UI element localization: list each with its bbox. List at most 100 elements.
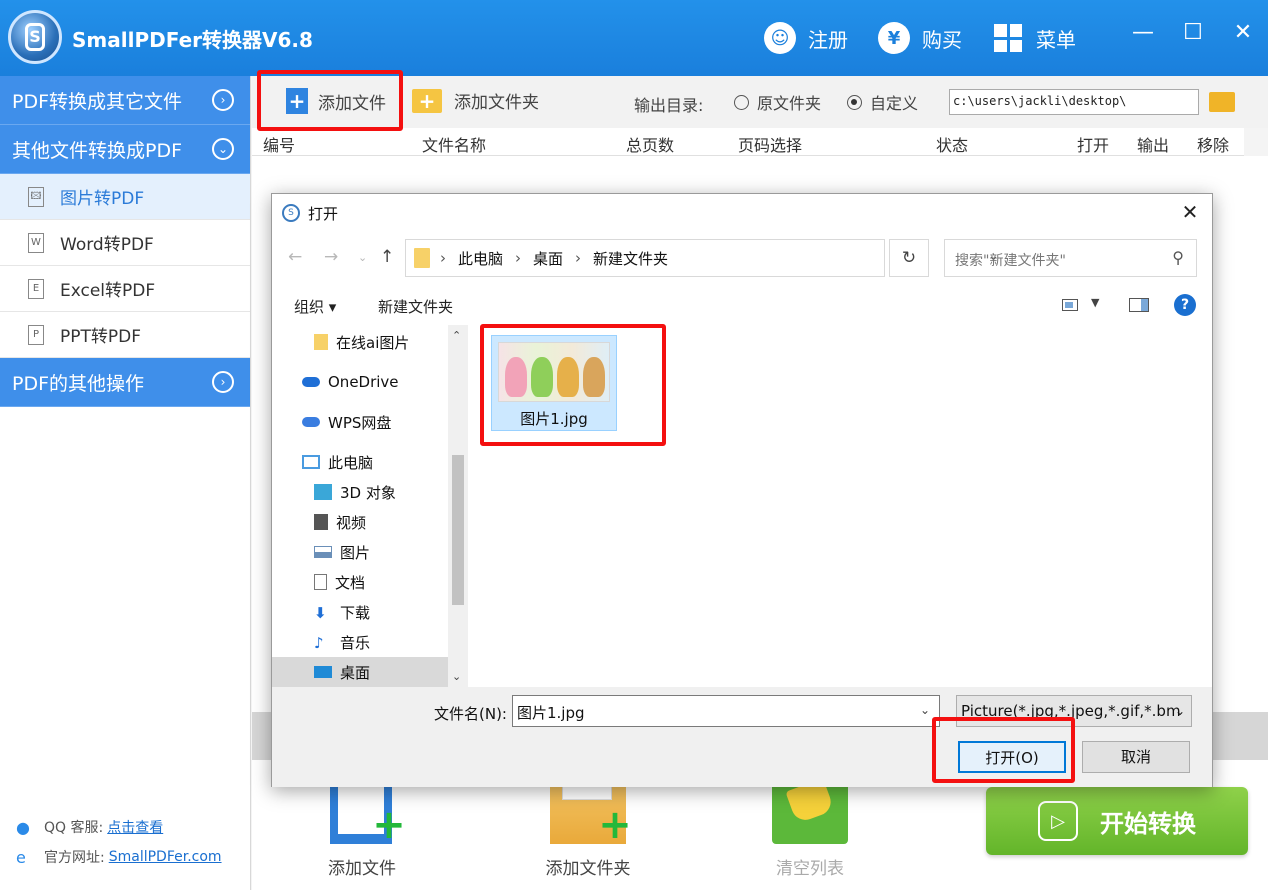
ppt-file-icon: P bbox=[28, 324, 44, 345]
download-icon: ⬇ bbox=[314, 604, 327, 622]
breadcrumb-desktop[interactable]: 桌面 bbox=[533, 248, 563, 269]
refresh-button[interactable]: ↻ bbox=[889, 239, 929, 277]
qq-icon: ● bbox=[16, 818, 30, 837]
cloud-icon bbox=[302, 417, 320, 427]
buy-button[interactable]: ¥ 购买 bbox=[878, 20, 962, 56]
maximize-button[interactable]: ☐ bbox=[1178, 18, 1208, 48]
sidebar-section-pdf-other-ops[interactable]: PDF的其他操作 › bbox=[0, 358, 250, 407]
col-output: 输出 bbox=[1137, 136, 1170, 155]
preview-pane-icon[interactable] bbox=[1129, 298, 1149, 312]
filename-input[interactable]: 图片1.jpg bbox=[512, 695, 940, 727]
cloud-icon bbox=[302, 377, 320, 387]
document-icon bbox=[314, 574, 327, 590]
view-dropdown-icon[interactable]: ▼ bbox=[1091, 296, 1099, 309]
scroll-down-icon[interactable]: ⌄ bbox=[452, 670, 461, 683]
file-item-image1[interactable]: 图片1.jpg bbox=[491, 335, 617, 431]
sidebar-section-pdf-to-other[interactable]: PDF转换成其它文件 › bbox=[0, 76, 250, 125]
col-status: 状态 bbox=[936, 136, 969, 155]
folder-icon bbox=[414, 248, 430, 268]
sidebar-item-excel-to-pdf[interactable]: E Excel转PDF bbox=[0, 266, 250, 312]
folder-icon bbox=[314, 334, 328, 350]
sidebar-footer: ● QQ 客服: 点击查看 e 官方网址: SmallPDFer.com bbox=[16, 817, 222, 867]
tree-item-pictures[interactable]: 图片 bbox=[272, 537, 448, 567]
help-icon[interactable]: ? bbox=[1174, 294, 1196, 316]
dialog-nav-row: ← → ⌄ ↑ › 此电脑 › 桌面 › 新建文件夹 ⌄ ↻ 搜索"新建文件夹"… bbox=[272, 234, 1212, 280]
grid-icon bbox=[994, 24, 1022, 52]
search-input[interactable]: 搜索"新建文件夹" ⚲ bbox=[944, 239, 1197, 277]
col-open: 打开 bbox=[1077, 136, 1110, 155]
menu-button[interactable]: 菜单 bbox=[994, 20, 1076, 56]
website-link[interactable]: SmallPDFer.com bbox=[109, 849, 222, 865]
tree-item-documents[interactable]: 文档 bbox=[272, 567, 448, 597]
tree-scrollbar[interactable]: ⌃ ⌄ bbox=[448, 325, 468, 687]
radio-original-folder[interactable]: 原文件夹 bbox=[734, 90, 821, 114]
picture-icon bbox=[314, 546, 332, 558]
register-button[interactable]: ☺ 注册 bbox=[764, 20, 848, 56]
add-file-button[interactable]: + 添加文件 bbox=[286, 88, 386, 114]
tree-item-wps-drive[interactable]: WPS网盘 bbox=[272, 407, 448, 437]
radio-icon bbox=[734, 94, 749, 110]
radio-custom[interactable]: 自定义 bbox=[847, 90, 918, 114]
scroll-thumb[interactable] bbox=[452, 455, 464, 605]
file-type-select[interactable]: Picture(*.jpg,*.jpeg,*.gif,*.bm ⌄ bbox=[956, 695, 1192, 727]
breadcrumb-this-pc[interactable]: 此电脑 bbox=[458, 248, 503, 269]
computer-icon bbox=[302, 455, 320, 469]
sidebar: PDF转换成其它文件 › 其他文件转换成PDF ⌄ 🖾 图片转PDF W Word转PD… bbox=[0, 76, 251, 890]
chevron-down-icon[interactable]: ⌄ bbox=[920, 703, 930, 717]
music-icon: ♪ bbox=[314, 634, 324, 652]
col-remove: 移除 bbox=[1197, 136, 1230, 155]
qq-support-link[interactable]: 点击查看 bbox=[107, 817, 163, 837]
word-file-icon: W bbox=[28, 232, 44, 253]
tree-item-online-ai-images[interactable]: 在线ai图片 bbox=[272, 327, 448, 357]
image-file-icon: 🖾 bbox=[28, 186, 44, 207]
radio-selected-icon bbox=[847, 94, 862, 110]
new-folder-button[interactable]: 新建文件夹 bbox=[378, 296, 453, 317]
filename-label: 文件名(N): bbox=[434, 705, 507, 723]
col-page-select: 页码选择 bbox=[738, 136, 803, 155]
desktop-icon bbox=[314, 666, 332, 678]
open-button[interactable]: 打开(O) bbox=[958, 741, 1066, 773]
scroll-up-icon[interactable]: ⌃ bbox=[452, 329, 461, 342]
close-button[interactable]: ✕ bbox=[1228, 18, 1258, 48]
view-mode-icon[interactable] bbox=[1062, 299, 1078, 311]
col-filename: 文件名称 bbox=[422, 136, 487, 155]
tree-item-videos[interactable]: 视频 bbox=[272, 507, 448, 537]
tree-item-music[interactable]: ♪ 音乐 bbox=[272, 627, 448, 657]
address-bar[interactable]: › 此电脑 › 桌面 › 新建文件夹 ⌄ bbox=[405, 239, 999, 277]
chevron-right-icon: › bbox=[212, 89, 234, 111]
tree-item-this-pc[interactable]: 此电脑 bbox=[272, 447, 448, 477]
tree-item-downloads[interactable]: ⬇ 下载 bbox=[272, 597, 448, 627]
output-path-field[interactable]: c:\users\jackli\desktop\ bbox=[949, 89, 1199, 115]
app-window: S SmallPDFer转换器V6.8 ☺ 注册 ¥ 购买 菜单 — ☐ ✕ PDF… bbox=[0, 0, 1268, 890]
sidebar-item-ppt-to-pdf[interactable]: P PPT转PDF bbox=[0, 312, 250, 358]
file-view-pane: 图片1.jpg bbox=[468, 325, 1212, 687]
start-convert-button[interactable]: ▷ 开始转换 bbox=[986, 787, 1248, 855]
col-index: 编号 bbox=[263, 136, 296, 155]
minimize-button[interactable]: — bbox=[1128, 18, 1158, 48]
navigation-tree: 在线ai图片 OneDrive WPS网盘 此电脑 3D 对象 视频 图片 文档… bbox=[272, 325, 468, 687]
app-small-icon: S bbox=[282, 204, 300, 222]
user-add-icon: ☺ bbox=[764, 22, 796, 54]
browser-icon: e bbox=[16, 848, 26, 867]
organize-menu[interactable]: 组织 ▾ bbox=[294, 296, 336, 317]
sidebar-item-image-to-pdf[interactable]: 🖾 图片转PDF bbox=[0, 174, 250, 220]
folder-browse-icon[interactable] bbox=[1209, 92, 1235, 112]
breadcrumb-new-folder[interactable]: 新建文件夹 bbox=[593, 248, 668, 269]
cancel-button[interactable]: 取消 bbox=[1082, 741, 1190, 773]
dialog-close-button[interactable]: ✕ bbox=[1178, 200, 1202, 224]
tree-item-desktop[interactable]: 桌面 bbox=[272, 657, 448, 687]
sidebar-item-word-to-pdf[interactable]: W Word转PDF bbox=[0, 220, 250, 266]
up-arrow-icon[interactable]: ↑ bbox=[380, 247, 394, 267]
tree-item-3d-objects[interactable]: 3D 对象 bbox=[272, 477, 448, 507]
add-folder-icon: + bbox=[412, 88, 442, 113]
back-arrow-icon[interactable]: ← bbox=[288, 247, 302, 267]
recent-dropdown-icon[interactable]: ⌄ bbox=[358, 251, 367, 264]
add-file-icon: + bbox=[286, 88, 308, 114]
add-folder-button[interactable]: + 添加文件夹 bbox=[412, 88, 539, 113]
sidebar-section-other-to-pdf[interactable]: 其他文件转换成PDF ⌄ bbox=[0, 125, 250, 174]
tree-item-onedrive[interactable]: OneDrive bbox=[272, 367, 448, 397]
forward-arrow-icon[interactable]: → bbox=[324, 247, 338, 267]
chevron-right-icon: › bbox=[212, 371, 234, 393]
chevron-down-icon: ⌄ bbox=[212, 138, 234, 160]
open-file-dialog: S 打开 ✕ ← → ⌄ ↑ › 此电脑 › 桌面 › 新建文件夹 ⌄ ↻ 搜索"… bbox=[271, 193, 1213, 787]
